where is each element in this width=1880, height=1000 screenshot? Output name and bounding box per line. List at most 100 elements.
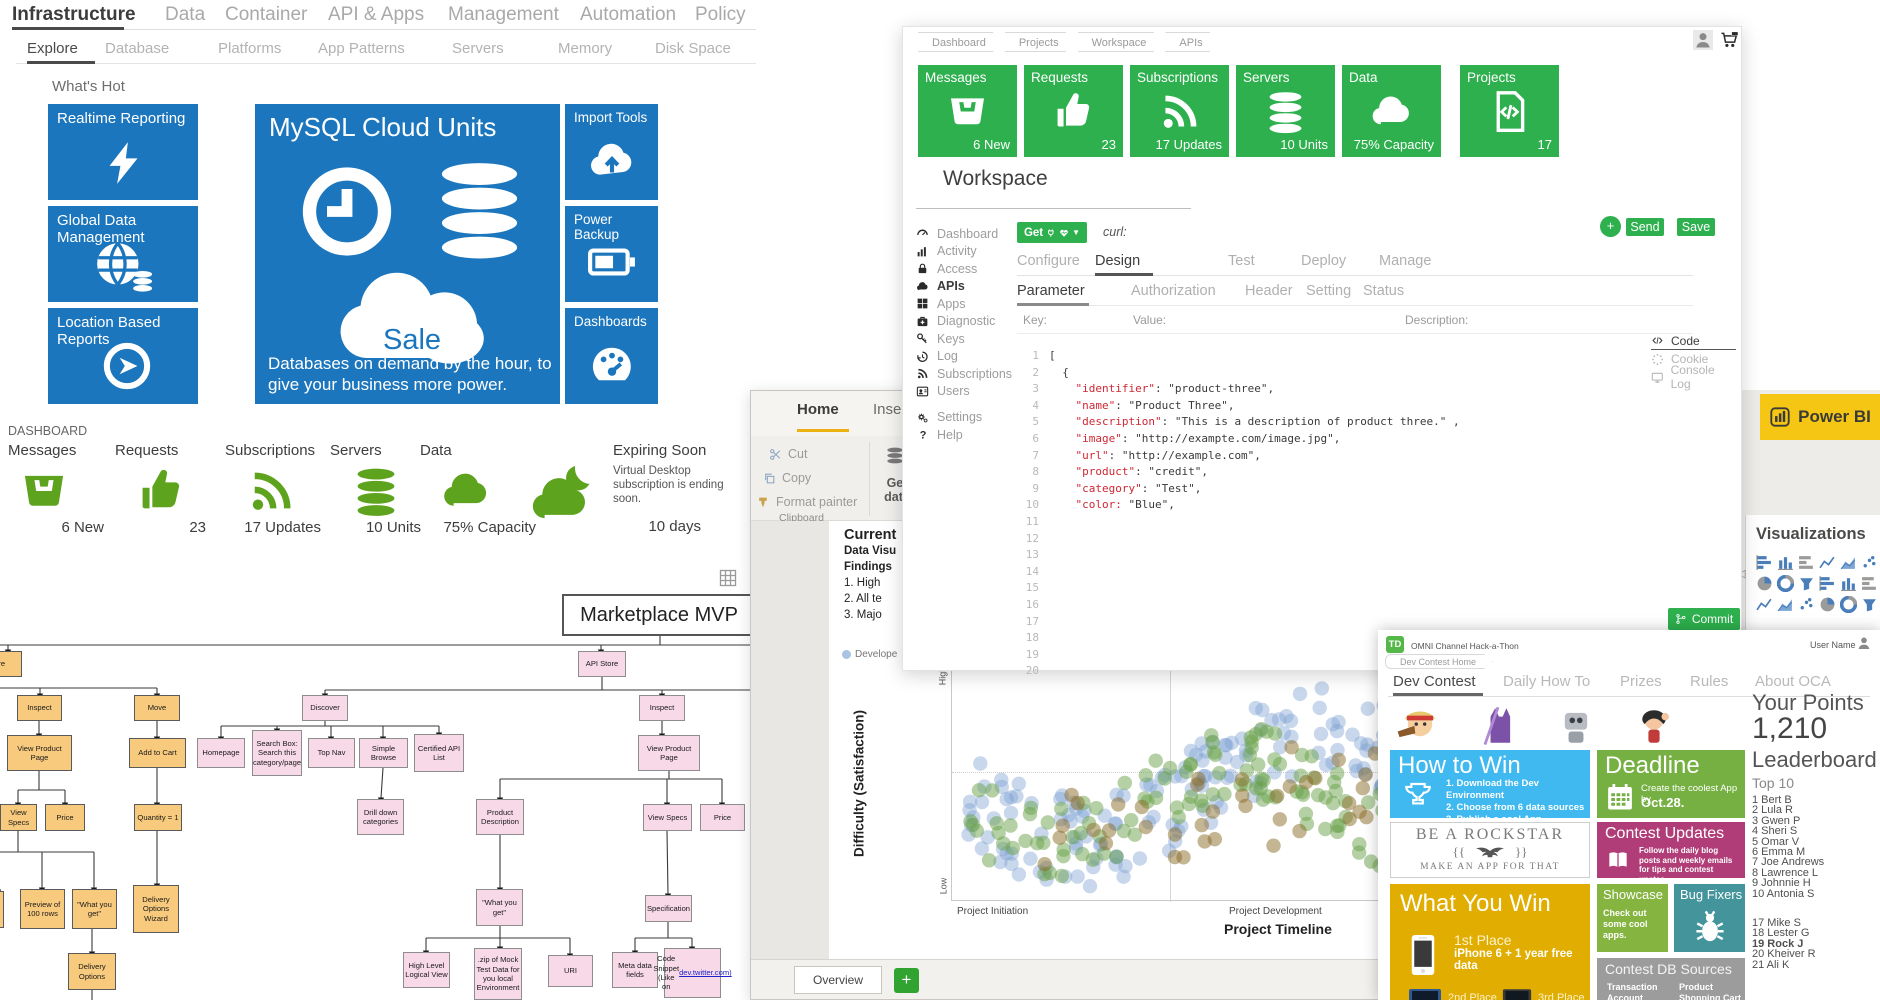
flow-node-meta-data-fields[interactable]: Meta data fields — [612, 952, 658, 988]
flow-node--what-you-get-[interactable]: "What you get" — [476, 889, 523, 926]
stacked-column-chart-icon[interactable] — [1840, 554, 1857, 570]
cart-icon[interactable] — [1719, 30, 1739, 50]
flow-node-preview-of-100-rows[interactable]: Preview of 100 rows — [20, 889, 65, 929]
contest-tab-daily-how-to[interactable]: Daily How To — [1503, 673, 1590, 690]
breadcrumb-workspace[interactable]: Workspace — [1078, 32, 1163, 52]
console-log-view-button[interactable]: Console Log — [1651, 368, 1736, 386]
flow-node-inspect[interactable]: Inspect — [639, 695, 685, 721]
dashboard-stat-messages[interactable]: Messages6 New — [8, 442, 108, 536]
dashboard-stat-subscriptions[interactable]: Subscriptions17 Updates — [225, 442, 325, 536]
line-and-column-chart-icon[interactable] — [1798, 575, 1815, 591]
dashboard-stat-requests[interactable]: Requests23 — [115, 442, 210, 536]
tab-configure[interactable]: Configure — [1017, 253, 1080, 269]
sub-tab-servers[interactable]: Servers — [452, 40, 504, 57]
map-icon[interactable] — [1861, 596, 1878, 612]
tile-import-tools[interactable]: Import Tools — [565, 104, 658, 200]
flow-node-specification[interactable]: Specification — [645, 895, 692, 922]
flow-node-high-level-logical-view[interactable]: High Level Logical View — [403, 952, 450, 988]
sub-tab-app-patterns[interactable]: App Patterns — [318, 40, 405, 57]
sidebar-item-subscriptions[interactable]: Subscriptions — [916, 365, 1016, 382]
pie-chart-icon[interactable] — [1777, 596, 1794, 612]
sub-tab-platforms[interactable]: Platforms — [218, 40, 281, 57]
what-you-win-tile[interactable]: What You Win 1st Place iPhone 6 + 1 year… — [1390, 884, 1590, 1000]
nav-tab-policy[interactable]: Policy — [695, 4, 746, 26]
contest-updates-tile[interactable]: Contest Updates Follow the daily blog po… — [1597, 822, 1745, 878]
sidebar-item-log[interactable]: Log — [916, 348, 1016, 365]
clustered-column-chart-icon[interactable] — [1777, 554, 1794, 570]
flow-node-price[interactable]: Price — [45, 804, 85, 831]
flow-node-inspect[interactable]: Inspect — [17, 695, 62, 721]
sheet-tab-overview[interactable]: Overview — [794, 966, 882, 994]
stacked-bar-chart-icon[interactable] — [1756, 554, 1773, 570]
add-sheet-button[interactable]: + — [894, 968, 919, 993]
format-painter-button[interactable]: Format painter — [757, 492, 857, 512]
stacked-area-chart-icon[interactable] — [1777, 575, 1794, 591]
flow-node-api-store[interactable]: API Store — [578, 651, 626, 677]
tab-deploy[interactable]: Deploy — [1301, 253, 1346, 269]
tile-global-data-management[interactable]: Global Data Management — [48, 206, 198, 302]
get-method-button[interactable]: Get ▼ — [1017, 222, 1087, 243]
add-button[interactable]: + — [1600, 216, 1621, 237]
flow-node-delivery-options[interactable]: Delivery Options — [68, 953, 116, 990]
tab-design[interactable]: Design — [1095, 253, 1140, 269]
subtab-parameter[interactable]: Parameter — [1017, 283, 1085, 299]
flow-node--what-you-get-[interactable]: "What you get" — [72, 889, 117, 929]
tile-realtime-reporting[interactable]: Realtime Reporting — [48, 104, 198, 200]
subtab-header[interactable]: Header — [1245, 283, 1293, 299]
tile-dashboards[interactable]: Dashboards — [565, 308, 658, 404]
contest-tab-about-oca[interactable]: About OCA — [1755, 673, 1831, 690]
tile-requests[interactable]: Requests23 — [1024, 65, 1123, 157]
gauge-chart-icon[interactable] — [1819, 596, 1836, 612]
deadline-tile[interactable]: Deadline Create the coolest App by Oct.2… — [1597, 750, 1745, 818]
flow-node-view-specs[interactable]: View Specs — [643, 804, 692, 831]
flow-node-edge[interactable] — [0, 891, 4, 928]
sidebar-item-help[interactable]: ?Help — [916, 426, 1016, 443]
treemap-icon[interactable] — [1840, 596, 1857, 612]
sub-tab-explore[interactable]: Explore — [27, 40, 78, 57]
flow-node-drill-down-categories[interactable]: Drill down categories — [357, 799, 404, 835]
funnel-chart-icon[interactable] — [1861, 575, 1878, 591]
copy-button[interactable]: Copy — [763, 468, 811, 488]
tab-test[interactable]: Test — [1228, 253, 1255, 269]
flow-node-view-product-page[interactable]: View Product Page — [638, 735, 700, 771]
tile-mysql-cloud-units[interactable]: MySQL Cloud Units Sale Databases on dema… — [255, 104, 560, 404]
subtab-authorization[interactable]: Authorization — [1131, 283, 1216, 299]
line-chart-icon[interactable] — [1861, 554, 1878, 570]
code-view-button[interactable]: Code — [1651, 332, 1736, 350]
flow-node-price[interactable]: Price — [700, 804, 745, 831]
flow-node-add-to-cart[interactable]: Add to Cart — [129, 738, 186, 768]
send-button[interactable]: Send — [1626, 218, 1664, 236]
scatter-chart-icon[interactable] — [1819, 575, 1836, 591]
nav-tab-data[interactable]: Data — [165, 4, 205, 26]
breadcrumb-dashboard[interactable]: Dashboard — [918, 32, 1002, 52]
tile-location-based-reports[interactable]: Location Based Reports — [48, 308, 198, 404]
flow-node-uri[interactable]: URI — [548, 955, 593, 987]
flow-node-product-description[interactable]: Product Description — [476, 799, 524, 835]
tile-servers[interactable]: Servers10 Units — [1236, 65, 1335, 157]
sidebar-item-users[interactable]: Users — [916, 383, 1016, 400]
tile-power-backup[interactable]: Power Backup — [565, 206, 658, 302]
cut-button[interactable]: Cut — [769, 444, 807, 464]
flow-node-store[interactable]: Store — [0, 651, 22, 677]
contest-breadcrumb[interactable]: Dev Contest Home — [1385, 654, 1493, 669]
sidebar-item-dashboard[interactable]: Dashboard — [916, 225, 1016, 242]
contest-db-sources-tile[interactable]: Contest DB Sources TransactionAccount Pr… — [1597, 958, 1745, 1000]
user-icon[interactable] — [1693, 30, 1713, 50]
breadcrumb-apis[interactable]: APIs — [1165, 32, 1218, 52]
contest-tab-dev-contest[interactable]: Dev Contest — [1393, 673, 1476, 690]
breadcrumb-projects[interactable]: Projects — [1005, 32, 1075, 52]
sidebar-item-settings[interactable]: Settings — [916, 409, 1016, 426]
avatar-icon[interactable] — [1856, 635, 1872, 651]
flow-node-move[interactable]: Move — [134, 695, 180, 721]
save-button[interactable]: Save — [1677, 218, 1715, 236]
flow-node-view-specs[interactable]: View Specs — [0, 804, 37, 831]
contest-tab-prizes[interactable]: Prizes — [1620, 673, 1662, 690]
ribbon-tab-home[interactable]: Home — [797, 401, 839, 418]
nav-tab-api-apps[interactable]: API & Apps — [328, 4, 424, 26]
flow-node-certified-api-list[interactable]: Certified API List — [414, 734, 464, 772]
area-chart-icon[interactable] — [1756, 575, 1773, 591]
flow-node-code-snippet-like-on[interactable]: Code Snippet (Like on dev.twitter.com) — [664, 948, 721, 998]
flow-node-top-nav[interactable]: Top Nav — [308, 738, 355, 768]
tile-subscriptions[interactable]: Subscriptions17 Updates — [1130, 65, 1229, 157]
bar-chart-icon[interactable] — [1798, 554, 1815, 570]
